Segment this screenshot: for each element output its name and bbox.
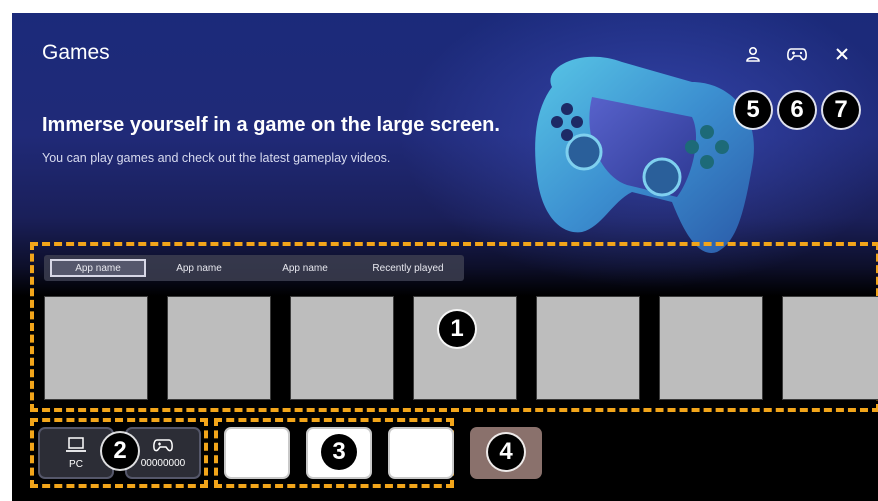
callout-2: 2 bbox=[102, 433, 138, 469]
game-card[interactable] bbox=[536, 296, 640, 400]
pc-device-label: PC bbox=[69, 458, 83, 470]
callout-3: 3 bbox=[321, 434, 357, 470]
callout-5: 5 bbox=[735, 92, 771, 128]
subline: You can play games and check out the lat… bbox=[42, 151, 391, 165]
controller-device-label: 00000000 bbox=[140, 457, 186, 469]
game-card[interactable] bbox=[44, 296, 148, 400]
quick-slot-button[interactable] bbox=[388, 427, 454, 479]
laptop-icon bbox=[66, 436, 86, 452]
tab-app-name-1[interactable]: App name bbox=[50, 259, 146, 277]
quick-slot-button[interactable] bbox=[224, 427, 290, 479]
page-title: Games bbox=[42, 41, 110, 64]
game-card[interactable] bbox=[290, 296, 394, 400]
tab-app-name-3[interactable]: App name bbox=[252, 259, 358, 277]
callout-7: 7 bbox=[823, 92, 859, 128]
close-icon[interactable] bbox=[832, 45, 852, 63]
profile-icon[interactable] bbox=[743, 45, 763, 63]
games-screen: Games Immerse yourself in a game on the … bbox=[12, 13, 878, 501]
gamepad-icon bbox=[153, 438, 173, 451]
game-card[interactable] bbox=[167, 296, 271, 400]
tab-app-name-2[interactable]: App name bbox=[146, 259, 252, 277]
callout-6: 6 bbox=[779, 92, 815, 128]
gamepad-icon[interactable] bbox=[787, 45, 807, 63]
game-card[interactable] bbox=[659, 296, 763, 400]
game-controller-illustration bbox=[535, 56, 754, 253]
tab-recently-played[interactable]: Recently played bbox=[358, 259, 458, 277]
callout-1: 1 bbox=[439, 311, 475, 347]
game-card[interactable] bbox=[782, 296, 878, 400]
game-card[interactable] bbox=[413, 296, 517, 400]
tab-bar: App name App name App name Recently play… bbox=[44, 255, 464, 281]
headline: Immerse yourself in a game on the large … bbox=[42, 114, 500, 136]
callout-4: 4 bbox=[488, 434, 524, 470]
